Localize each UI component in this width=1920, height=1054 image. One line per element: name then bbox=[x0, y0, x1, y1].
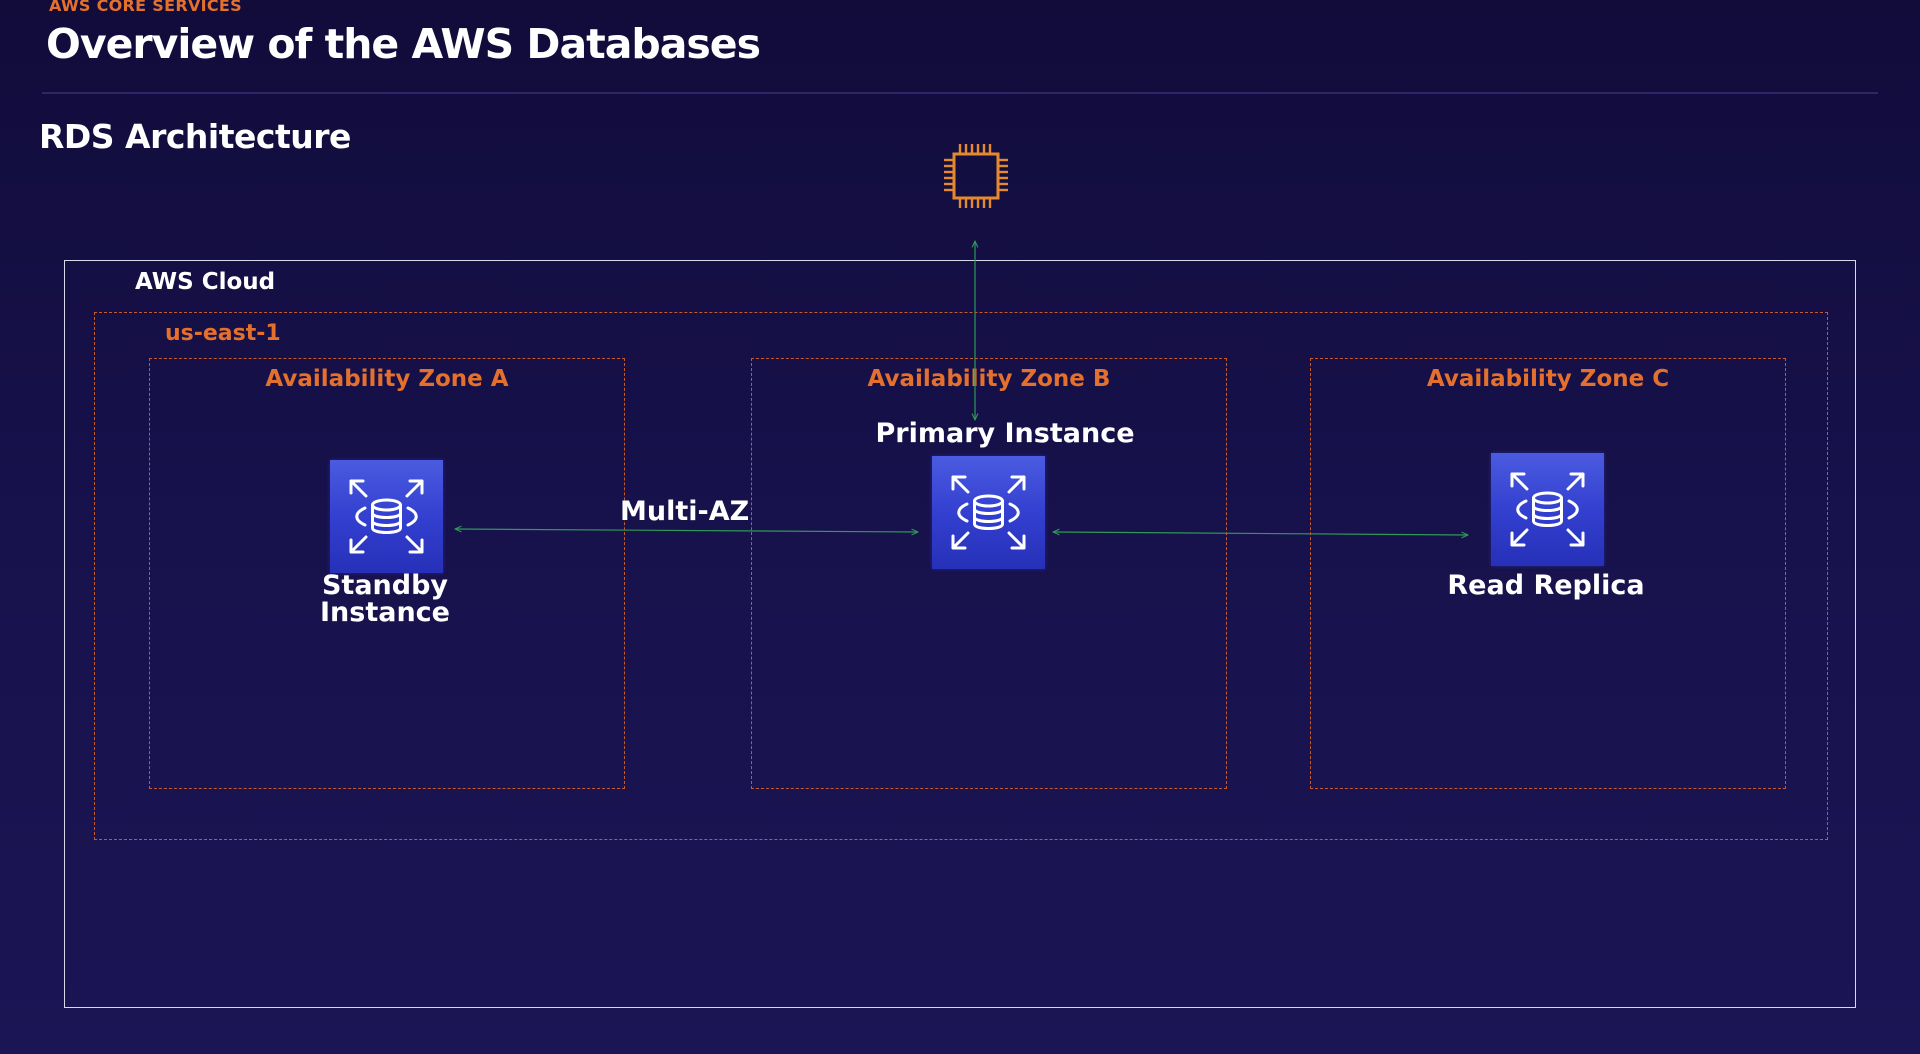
multi-az-label: Multi-AZ bbox=[620, 496, 750, 527]
primary-instance-label: Primary Instance bbox=[875, 418, 1135, 449]
multi-az-connector bbox=[455, 529, 918, 532]
standby-instance-rds-icon bbox=[330, 460, 443, 573]
read-replica-label: Read Replica bbox=[1447, 570, 1645, 601]
standby-instance-label: Standby Instance bbox=[300, 572, 470, 626]
primary-instance-rds-icon bbox=[932, 456, 1045, 569]
read-replica-rds-icon bbox=[1491, 453, 1604, 566]
ec2-chip-icon bbox=[940, 140, 1012, 212]
standby-instance-label-line1: Standby bbox=[321, 570, 449, 601]
standby-instance-label-line2: Instance bbox=[319, 597, 450, 628]
read-replica-connector bbox=[1053, 532, 1468, 535]
